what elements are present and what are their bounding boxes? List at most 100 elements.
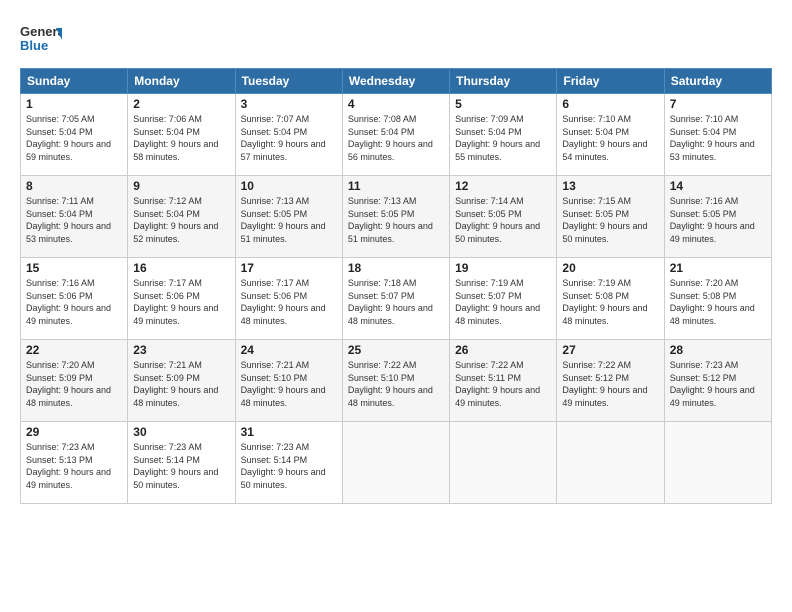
day-number: 3 — [241, 97, 337, 111]
calendar-cell: 5 Sunrise: 7:09 AM Sunset: 5:04 PM Dayli… — [450, 94, 557, 176]
col-header-wednesday: Wednesday — [342, 69, 449, 94]
day-number: 14 — [670, 179, 766, 193]
calendar-week-2: 8 Sunrise: 7:11 AM Sunset: 5:04 PM Dayli… — [21, 176, 772, 258]
calendar-cell: 14 Sunrise: 7:16 AM Sunset: 5:05 PM Dayl… — [664, 176, 771, 258]
day-info: Sunrise: 7:23 AM Sunset: 5:14 PM Dayligh… — [241, 441, 337, 491]
calendar-cell: 28 Sunrise: 7:23 AM Sunset: 5:12 PM Dayl… — [664, 340, 771, 422]
logo-icon: General Blue — [20, 18, 62, 60]
day-number: 29 — [26, 425, 122, 439]
calendar-cell: 30 Sunrise: 7:23 AM Sunset: 5:14 PM Dayl… — [128, 422, 235, 504]
day-number: 21 — [670, 261, 766, 275]
day-info: Sunrise: 7:10 AM Sunset: 5:04 PM Dayligh… — [562, 113, 658, 163]
calendar-week-4: 22 Sunrise: 7:20 AM Sunset: 5:09 PM Dayl… — [21, 340, 772, 422]
calendar-week-3: 15 Sunrise: 7:16 AM Sunset: 5:06 PM Dayl… — [21, 258, 772, 340]
day-number: 31 — [241, 425, 337, 439]
calendar-cell: 27 Sunrise: 7:22 AM Sunset: 5:12 PM Dayl… — [557, 340, 664, 422]
day-number: 1 — [26, 97, 122, 111]
calendar-cell: 12 Sunrise: 7:14 AM Sunset: 5:05 PM Dayl… — [450, 176, 557, 258]
day-info: Sunrise: 7:05 AM Sunset: 5:04 PM Dayligh… — [26, 113, 122, 163]
col-header-sunday: Sunday — [21, 69, 128, 94]
svg-text:General: General — [20, 24, 62, 39]
day-number: 30 — [133, 425, 229, 439]
col-header-saturday: Saturday — [664, 69, 771, 94]
day-number: 7 — [670, 97, 766, 111]
calendar-cell: 29 Sunrise: 7:23 AM Sunset: 5:13 PM Dayl… — [21, 422, 128, 504]
day-info: Sunrise: 7:20 AM Sunset: 5:08 PM Dayligh… — [670, 277, 766, 327]
day-info: Sunrise: 7:13 AM Sunset: 5:05 PM Dayligh… — [241, 195, 337, 245]
day-number: 28 — [670, 343, 766, 357]
day-info: Sunrise: 7:13 AM Sunset: 5:05 PM Dayligh… — [348, 195, 444, 245]
day-number: 17 — [241, 261, 337, 275]
day-number: 26 — [455, 343, 551, 357]
col-header-monday: Monday — [128, 69, 235, 94]
calendar-header-row: SundayMondayTuesdayWednesdayThursdayFrid… — [21, 69, 772, 94]
day-info: Sunrise: 7:21 AM Sunset: 5:10 PM Dayligh… — [241, 359, 337, 409]
calendar-cell: 24 Sunrise: 7:21 AM Sunset: 5:10 PM Dayl… — [235, 340, 342, 422]
day-number: 24 — [241, 343, 337, 357]
day-info: Sunrise: 7:16 AM Sunset: 5:05 PM Dayligh… — [670, 195, 766, 245]
svg-text:Blue: Blue — [20, 38, 48, 53]
col-header-friday: Friday — [557, 69, 664, 94]
day-info: Sunrise: 7:12 AM Sunset: 5:04 PM Dayligh… — [133, 195, 229, 245]
calendar-cell: 21 Sunrise: 7:20 AM Sunset: 5:08 PM Dayl… — [664, 258, 771, 340]
day-info: Sunrise: 7:19 AM Sunset: 5:08 PM Dayligh… — [562, 277, 658, 327]
calendar-cell: 13 Sunrise: 7:15 AM Sunset: 5:05 PM Dayl… — [557, 176, 664, 258]
calendar-cell: 8 Sunrise: 7:11 AM Sunset: 5:04 PM Dayli… — [21, 176, 128, 258]
day-number: 5 — [455, 97, 551, 111]
day-number: 19 — [455, 261, 551, 275]
header: General Blue — [20, 18, 772, 60]
day-number: 23 — [133, 343, 229, 357]
day-info: Sunrise: 7:14 AM Sunset: 5:05 PM Dayligh… — [455, 195, 551, 245]
calendar-cell — [664, 422, 771, 504]
day-number: 13 — [562, 179, 658, 193]
day-info: Sunrise: 7:10 AM Sunset: 5:04 PM Dayligh… — [670, 113, 766, 163]
calendar-cell: 26 Sunrise: 7:22 AM Sunset: 5:11 PM Dayl… — [450, 340, 557, 422]
day-info: Sunrise: 7:16 AM Sunset: 5:06 PM Dayligh… — [26, 277, 122, 327]
calendar-cell: 1 Sunrise: 7:05 AM Sunset: 5:04 PM Dayli… — [21, 94, 128, 176]
day-info: Sunrise: 7:11 AM Sunset: 5:04 PM Dayligh… — [26, 195, 122, 245]
day-number: 6 — [562, 97, 658, 111]
day-info: Sunrise: 7:09 AM Sunset: 5:04 PM Dayligh… — [455, 113, 551, 163]
day-number: 18 — [348, 261, 444, 275]
day-number: 27 — [562, 343, 658, 357]
day-info: Sunrise: 7:20 AM Sunset: 5:09 PM Dayligh… — [26, 359, 122, 409]
day-number: 15 — [26, 261, 122, 275]
day-info: Sunrise: 7:08 AM Sunset: 5:04 PM Dayligh… — [348, 113, 444, 163]
calendar-cell: 16 Sunrise: 7:17 AM Sunset: 5:06 PM Dayl… — [128, 258, 235, 340]
day-number: 4 — [348, 97, 444, 111]
page: General Blue SundayMondayTuesdayWednesda… — [0, 0, 792, 612]
calendar-cell — [342, 422, 449, 504]
day-info: Sunrise: 7:17 AM Sunset: 5:06 PM Dayligh… — [133, 277, 229, 327]
calendar-week-1: 1 Sunrise: 7:05 AM Sunset: 5:04 PM Dayli… — [21, 94, 772, 176]
day-info: Sunrise: 7:23 AM Sunset: 5:14 PM Dayligh… — [133, 441, 229, 491]
day-number: 10 — [241, 179, 337, 193]
calendar-cell: 18 Sunrise: 7:18 AM Sunset: 5:07 PM Dayl… — [342, 258, 449, 340]
logo: General Blue — [20, 18, 62, 60]
calendar-cell: 11 Sunrise: 7:13 AM Sunset: 5:05 PM Dayl… — [342, 176, 449, 258]
logo-image: General Blue — [20, 18, 62, 60]
col-header-tuesday: Tuesday — [235, 69, 342, 94]
col-header-thursday: Thursday — [450, 69, 557, 94]
day-number: 8 — [26, 179, 122, 193]
calendar-cell: 10 Sunrise: 7:13 AM Sunset: 5:05 PM Dayl… — [235, 176, 342, 258]
calendar-cell — [557, 422, 664, 504]
day-info: Sunrise: 7:22 AM Sunset: 5:12 PM Dayligh… — [562, 359, 658, 409]
calendar-table: SundayMondayTuesdayWednesdayThursdayFrid… — [20, 68, 772, 504]
day-info: Sunrise: 7:06 AM Sunset: 5:04 PM Dayligh… — [133, 113, 229, 163]
calendar-cell — [450, 422, 557, 504]
calendar-cell: 15 Sunrise: 7:16 AM Sunset: 5:06 PM Dayl… — [21, 258, 128, 340]
calendar-cell: 6 Sunrise: 7:10 AM Sunset: 5:04 PM Dayli… — [557, 94, 664, 176]
calendar-cell: 17 Sunrise: 7:17 AM Sunset: 5:06 PM Dayl… — [235, 258, 342, 340]
day-info: Sunrise: 7:22 AM Sunset: 5:11 PM Dayligh… — [455, 359, 551, 409]
calendar-cell: 20 Sunrise: 7:19 AM Sunset: 5:08 PM Dayl… — [557, 258, 664, 340]
day-number: 25 — [348, 343, 444, 357]
day-info: Sunrise: 7:15 AM Sunset: 5:05 PM Dayligh… — [562, 195, 658, 245]
day-number: 16 — [133, 261, 229, 275]
calendar-cell: 9 Sunrise: 7:12 AM Sunset: 5:04 PM Dayli… — [128, 176, 235, 258]
calendar-cell: 4 Sunrise: 7:08 AM Sunset: 5:04 PM Dayli… — [342, 94, 449, 176]
day-info: Sunrise: 7:21 AM Sunset: 5:09 PM Dayligh… — [133, 359, 229, 409]
day-info: Sunrise: 7:17 AM Sunset: 5:06 PM Dayligh… — [241, 277, 337, 327]
calendar-cell: 25 Sunrise: 7:22 AM Sunset: 5:10 PM Dayl… — [342, 340, 449, 422]
day-number: 20 — [562, 261, 658, 275]
day-number: 12 — [455, 179, 551, 193]
